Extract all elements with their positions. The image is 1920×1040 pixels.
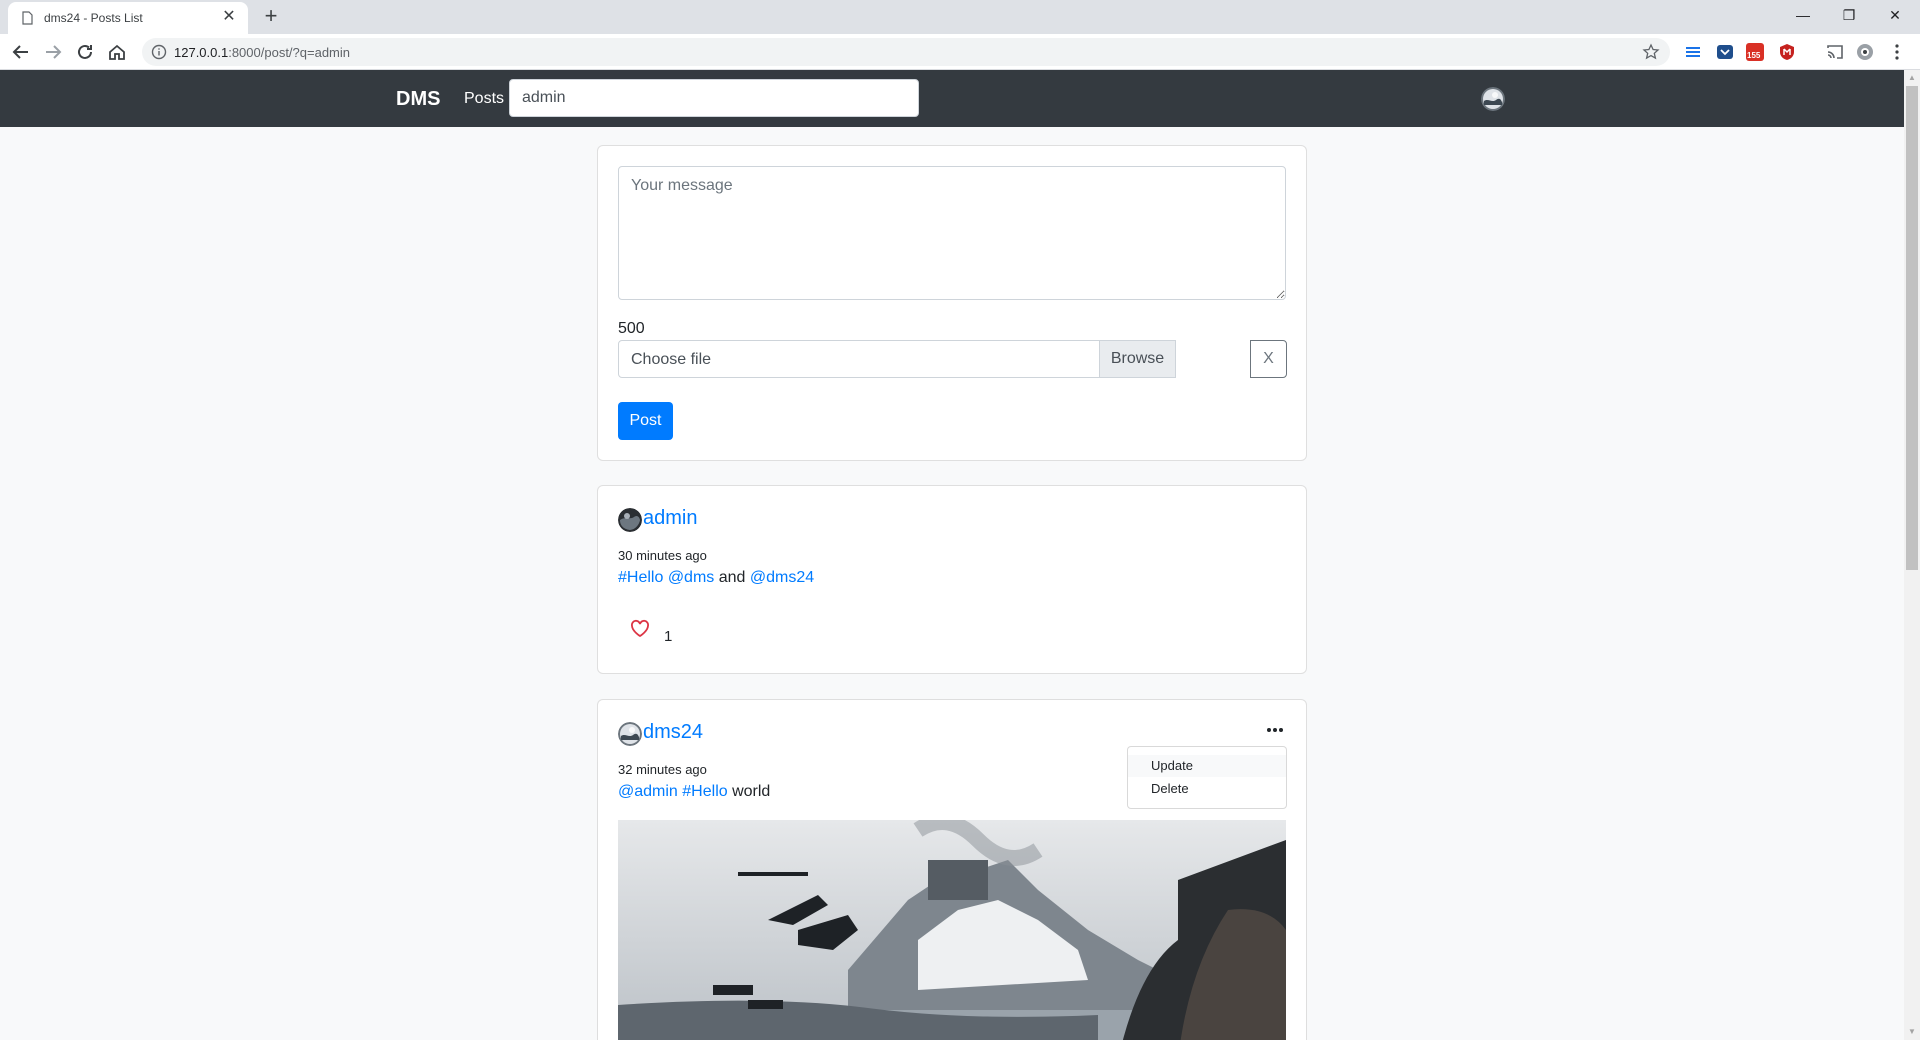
clear-file-button[interactable]: X [1250, 340, 1287, 378]
mention-link[interactable]: @admin [618, 783, 678, 800]
extension-gmail-icon[interactable]: 155 [1746, 43, 1764, 61]
post-timestamp: 30 minutes ago [618, 548, 707, 563]
new-tab-icon[interactable]: + [260, 5, 282, 28]
extension-stack-icon[interactable] [1684, 43, 1702, 61]
post-options-menu: Update Delete [1127, 746, 1287, 809]
scrollbar-thumb[interactable] [1906, 86, 1918, 570]
char-counter: 500 [618, 320, 645, 337]
post-timestamp: 32 minutes ago [618, 762, 707, 777]
post-image[interactable] [618, 820, 1286, 1040]
compose-card: 500 Choose file Browse X Post [597, 145, 1307, 461]
post-content: @admin #Hello world [618, 783, 770, 801]
page-icon [22, 11, 33, 25]
post-card: dms24 32 minutes ago @admin #Hello world… [597, 699, 1307, 1040]
site-navbar: DMS Posts [0, 70, 1904, 127]
hashtag-link[interactable]: #Hello [682, 783, 727, 800]
like-count: 1 [664, 628, 673, 645]
page-scrollbar[interactable]: ▲ ▼ [1904, 70, 1920, 1040]
user-avatar[interactable] [1481, 87, 1505, 111]
post-button[interactable]: Post [618, 402, 673, 440]
post-photo [618, 820, 1286, 1040]
window-close-icon[interactable]: ✕ [1872, 0, 1918, 30]
more-options-icon[interactable] [1263, 722, 1287, 738]
minimize-icon[interactable]: — [1780, 0, 1826, 30]
browser-toolbar: 127.0.0.1:8000/post/?q=admin 155 [0, 34, 1920, 70]
post-content: #Hello @dms and @dms24 [618, 569, 814, 587]
avatar-image [618, 722, 642, 746]
message-textarea[interactable] [618, 166, 1286, 300]
tab-title: dms24 - Posts List [44, 11, 143, 25]
forward-icon[interactable] [42, 41, 64, 63]
post-text: world [727, 783, 771, 800]
browser-tab[interactable]: dms24 - Posts List ✕ [8, 2, 248, 34]
home-icon[interactable] [106, 41, 128, 63]
extension-pocket-icon[interactable] [1716, 43, 1734, 61]
url-path: :8000/post/?q=admin [228, 45, 351, 60]
url-text: 127.0.0.1:8000/post/?q=admin [174, 45, 350, 60]
menu-item-update[interactable]: Update [1128, 755, 1286, 777]
restore-icon[interactable]: ❐ [1826, 0, 1872, 30]
extension-shield-icon[interactable] [1778, 43, 1796, 61]
file-chooser[interactable]: Choose file Browse [618, 340, 1176, 378]
url-host: 127.0.0.1 [174, 45, 229, 60]
bookmark-star-icon[interactable] [1642, 43, 1660, 61]
search-input[interactable] [509, 79, 919, 117]
scroll-down-icon[interactable]: ▼ [1908, 1028, 1916, 1036]
post-author-avatar[interactable] [618, 508, 642, 532]
cast-icon[interactable] [1826, 43, 1844, 61]
browser-tab-strip: dms24 - Posts List ✕ + — ❐ ✕ [0, 0, 1920, 34]
post-author-avatar[interactable] [618, 722, 642, 746]
file-chooser-label: Choose file [631, 351, 712, 368]
reload-icon[interactable] [74, 41, 96, 63]
brand-logo[interactable]: DMS [396, 88, 440, 111]
post-author-name[interactable]: admin [643, 507, 697, 530]
post-card: admin 30 minutes ago #Hello @dms and @dm… [597, 485, 1307, 674]
extension-badge: 155 [1747, 51, 1761, 60]
mention-link[interactable]: @dms24 [750, 569, 814, 586]
post-author-name[interactable]: dms24 [643, 721, 703, 744]
chrome-menu-icon[interactable] [1888, 43, 1906, 61]
scroll-up-icon[interactable]: ▲ [1908, 74, 1916, 82]
address-bar[interactable]: 127.0.0.1:8000/post/?q=admin [142, 38, 1670, 66]
back-icon[interactable] [10, 41, 32, 63]
info-icon [151, 44, 167, 60]
post-text: and [714, 569, 750, 586]
hashtag-link[interactable]: #Hello [618, 569, 663, 586]
browse-button[interactable]: Browse [1099, 341, 1175, 377]
profile-icon[interactable] [1856, 43, 1874, 61]
close-tab-icon[interactable]: ✕ [220, 8, 238, 26]
avatar-image [618, 508, 642, 532]
avatar-image [1481, 87, 1505, 111]
menu-item-delete[interactable]: Delete [1128, 778, 1286, 800]
nav-link-posts[interactable]: Posts [464, 90, 504, 108]
mention-link[interactable]: @dms [668, 569, 714, 586]
heart-icon[interactable] [630, 619, 650, 639]
